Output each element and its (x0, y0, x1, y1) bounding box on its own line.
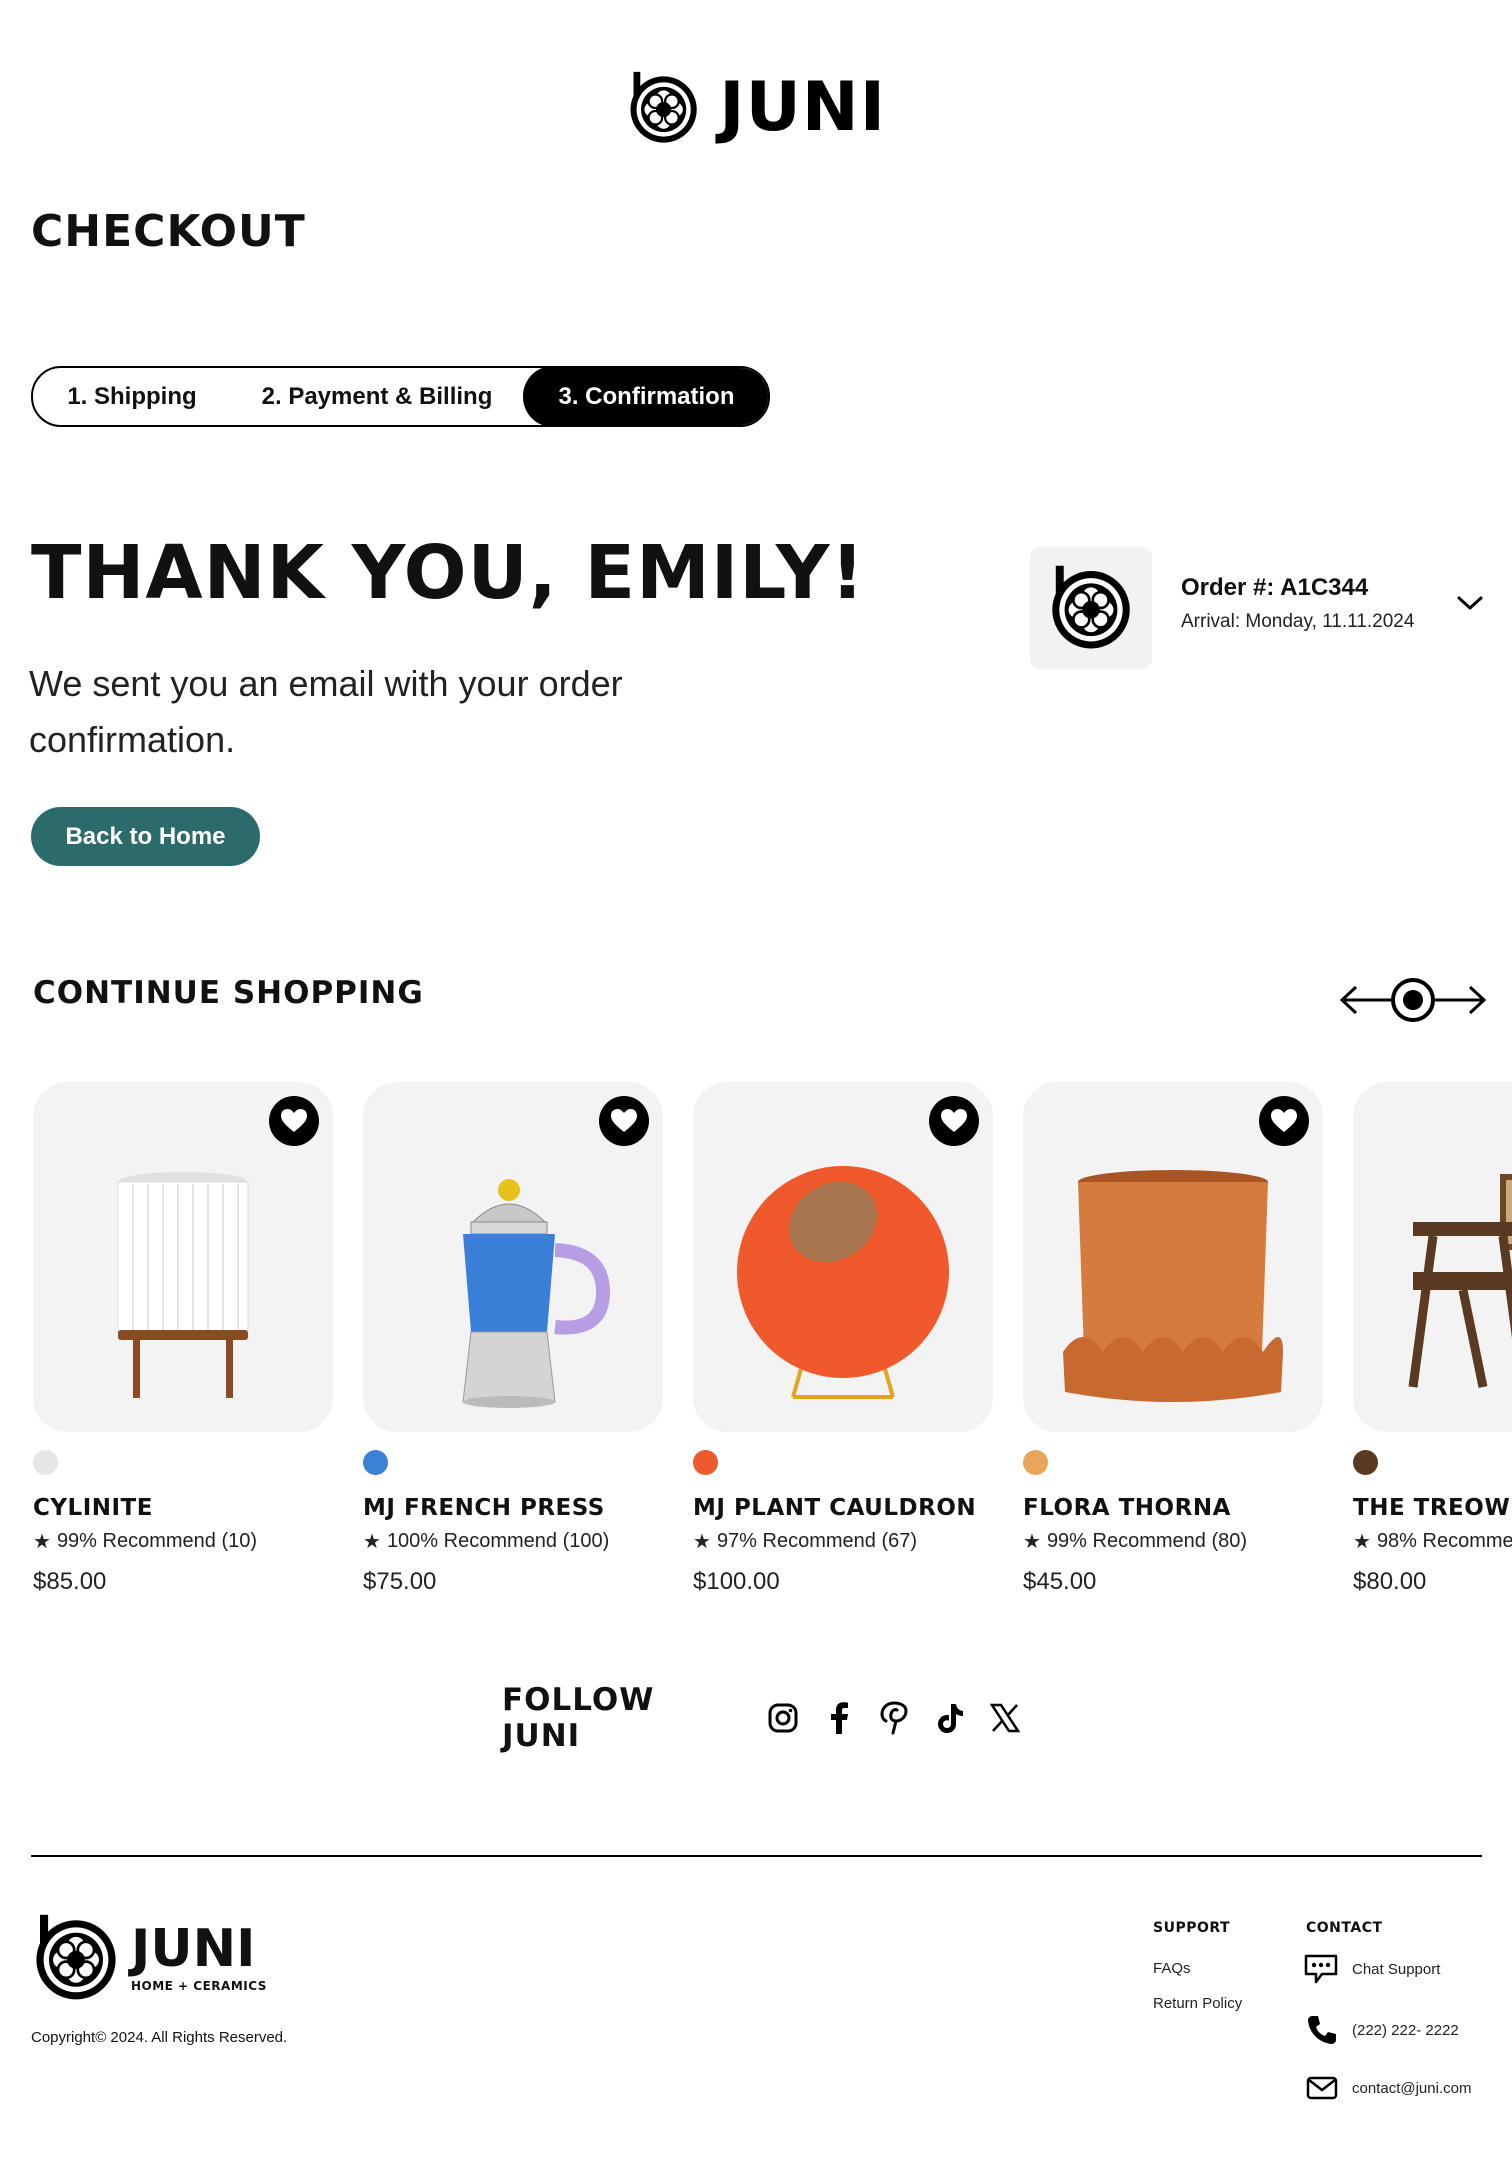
chevron-down-icon[interactable] (1456, 592, 1484, 614)
chair-image (1408, 1174, 1512, 1388)
product-image[interactable] (1023, 1082, 1323, 1432)
product-name[interactable]: CYLINITE (33, 1495, 333, 1521)
tiktok-icon[interactable] (933, 1701, 966, 1735)
order-thumbnail (1030, 547, 1152, 669)
product-name[interactable]: MJ PLANT CAULDRON (693, 1495, 993, 1521)
copyright: Copyright© 2024. All Rights Reserved. (31, 2029, 288, 2046)
page-title: CHECKOUT (31, 206, 306, 257)
header-logo[interactable]: JUNI (626, 58, 886, 158)
confirmation-message: We sent you an email with your order con… (29, 663, 623, 760)
phone-link[interactable]: (222) 222- 2222 (1306, 2014, 1459, 2046)
color-swatch[interactable] (1023, 1450, 1048, 1475)
wishlist-heart-icon[interactable] (1259, 1096, 1309, 1146)
product-rating: ★ 100% Recommend (100) (363, 1530, 610, 1553)
product-card[interactable]: MJ PLANT CAULDRON ★ 97% Recommend (67) $1… (693, 1082, 993, 1596)
return-policy-link[interactable]: Return Policy (1153, 1995, 1242, 2012)
facebook-icon[interactable] (822, 1701, 855, 1735)
product-price: $45.00 (1023, 1568, 1097, 1595)
continue-shopping-heading: CONTINUE SHOPPING (33, 975, 424, 1011)
color-swatch[interactable] (1353, 1450, 1378, 1475)
thank-you-heading: THANK YOU, EMILY! (31, 530, 866, 616)
product-card[interactable]: CYLINITE ★ 99% Recommend (10) $85.00 (33, 1082, 333, 1596)
step-confirmation[interactable]: 3. Confirmation (523, 368, 768, 425)
juni-logo-icon (36, 1914, 116, 2000)
follow-label: FOLLOW JUNI (502, 1682, 655, 1754)
star-icon: ★ (693, 1531, 711, 1553)
product-name[interactable]: THE TREOW (1353, 1495, 1512, 1521)
faqs-link[interactable]: FAQs (1153, 1960, 1191, 1977)
step-payment-billing[interactable]: 2. Payment & Billing (231, 368, 523, 425)
color-swatch[interactable] (693, 1450, 718, 1475)
instagram-icon[interactable] (767, 1701, 800, 1735)
step-shipping[interactable]: 1. Shipping (33, 368, 231, 425)
star-icon: ★ (33, 1531, 51, 1553)
footer-logo[interactable]: JUNI HOME + CERAMICS (31, 1913, 267, 2003)
product-rating: ★98% Recommend (45) (1353, 1530, 1512, 1553)
product-price: $75.00 (363, 1568, 437, 1595)
product-rating: ★ 99% Recommend (80) (1023, 1530, 1248, 1553)
wishlist-heart-icon[interactable] (929, 1096, 979, 1146)
chat-icon (1304, 1954, 1338, 1984)
footer-brand-name: JUNI (131, 1919, 256, 1979)
color-swatch[interactable] (33, 1450, 58, 1475)
carousel-nav-icon[interactable] (1338, 975, 1488, 1025)
product-image[interactable] (693, 1082, 993, 1432)
support-heading: SUPPORT (1153, 1920, 1231, 1936)
product-price: $100.00 (693, 1568, 780, 1595)
juni-logo-icon (630, 71, 697, 143)
product-name[interactable]: MJ FRENCH PRESS (363, 1495, 663, 1521)
product-card[interactable]: MJ FRENCH PRESS ★ 100% Recommend (100) $7… (363, 1082, 663, 1596)
phone-icon (1308, 2016, 1336, 2044)
product-rating: ★ 97% Recommend (67) (693, 1530, 918, 1553)
wishlist-heart-icon[interactable] (599, 1096, 649, 1146)
product-image[interactable] (363, 1082, 663, 1432)
footer-divider (31, 1855, 1482, 1857)
pinterest-icon[interactable] (878, 1701, 911, 1735)
order-arrival: Arrival: Monday, 11.11.2024 (1181, 611, 1415, 632)
chat-support-link[interactable]: Chat Support (1304, 1954, 1440, 1984)
product-price: $80.00 (1353, 1568, 1427, 1595)
product-card[interactable]: THE TREOW ★98% Recommend (45) $80.00 (1353, 1082, 1512, 1596)
follow-section: FOLLOW JUNI (502, 1682, 1022, 1754)
star-icon: ★ (363, 1531, 381, 1553)
product-card[interactable]: FLORA THORNA ★ 99% Recommend (80) $45.00 (1023, 1082, 1323, 1596)
back-to-home-button[interactable]: Back to Home (31, 807, 260, 866)
product-image[interactable] (33, 1082, 333, 1432)
x-icon[interactable] (989, 1701, 1022, 1735)
product-rating: ★ 99% Recommend (10) (33, 1530, 258, 1553)
star-icon: ★ (1353, 1531, 1371, 1553)
juni-logo-icon (1052, 565, 1130, 649)
contact-heading: CONTACT (1306, 1920, 1383, 1936)
product-image[interactable] (1353, 1082, 1512, 1432)
product-name[interactable]: FLORA THORNA (1023, 1495, 1323, 1521)
color-swatch[interactable] (363, 1450, 388, 1475)
mail-icon (1306, 2076, 1338, 2100)
star-icon: ★ (1023, 1531, 1041, 1553)
footer-tagline: HOME + CERAMICS (131, 1979, 267, 1993)
checkout-stepper: 1. Shipping 2. Payment & Billing 3. Conf… (31, 366, 770, 427)
brand-name: JUNI (719, 68, 886, 147)
email-link[interactable]: contact@juni.com (1306, 2076, 1471, 2100)
product-price: $85.00 (33, 1568, 107, 1595)
order-number: Order #: A1C344 (1181, 574, 1369, 601)
wishlist-heart-icon[interactable] (269, 1096, 319, 1146)
